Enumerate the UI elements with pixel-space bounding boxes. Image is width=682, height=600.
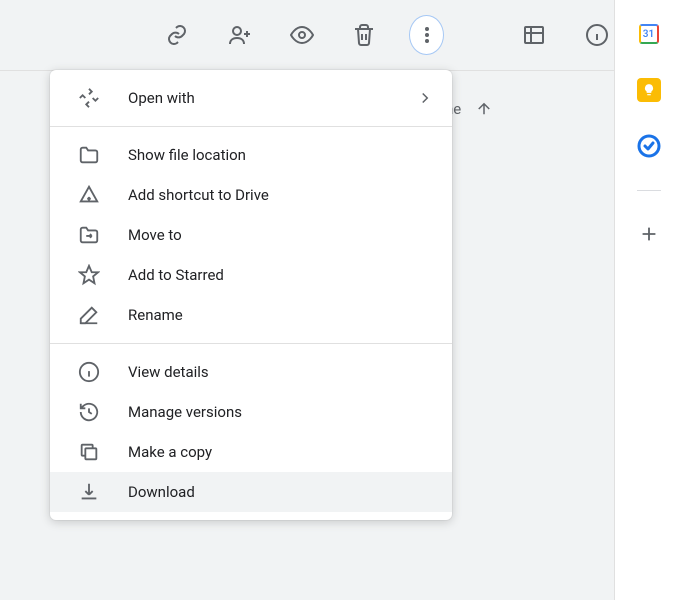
folder-icon bbox=[78, 144, 100, 166]
column-header-fragment: ne bbox=[445, 100, 493, 118]
menu-label: Download bbox=[128, 483, 195, 501]
plus-icon bbox=[638, 223, 660, 245]
info-circle-icon bbox=[78, 361, 100, 383]
info-button[interactable] bbox=[580, 15, 614, 55]
preview-button[interactable] bbox=[285, 15, 319, 55]
side-panel: 31 bbox=[614, 0, 682, 600]
shortcut-icon bbox=[78, 184, 100, 206]
get-addons-button[interactable] bbox=[638, 223, 660, 245]
calendar-icon: 31 bbox=[637, 22, 661, 46]
arrow-up-icon bbox=[475, 100, 493, 118]
menu-move-to[interactable]: Move to bbox=[50, 215, 452, 255]
tasks-icon bbox=[637, 134, 661, 158]
menu-label: Show file location bbox=[128, 146, 246, 164]
menu-label: Add to Starred bbox=[128, 266, 224, 284]
menu-show-location[interactable]: Show file location bbox=[50, 135, 452, 175]
calendar-app[interactable]: 31 bbox=[637, 22, 661, 46]
menu-add-shortcut[interactable]: Add shortcut to Drive bbox=[50, 175, 452, 215]
open-with-icon bbox=[78, 87, 100, 109]
more-actions-menu: Open with Show file location Add shortcu… bbox=[50, 70, 452, 520]
more-actions-button[interactable] bbox=[409, 15, 444, 55]
menu-download[interactable]: Download bbox=[50, 472, 452, 512]
menu-divider bbox=[50, 126, 452, 127]
menu-divider bbox=[50, 343, 452, 344]
menu-rename[interactable]: Rename bbox=[50, 295, 452, 335]
eye-icon bbox=[290, 23, 314, 47]
trash-icon bbox=[352, 23, 376, 47]
list-view-button[interactable] bbox=[517, 15, 551, 55]
trash-button[interactable] bbox=[347, 15, 381, 55]
download-icon bbox=[78, 481, 100, 503]
keep-icon bbox=[637, 78, 661, 102]
chevron-right-icon bbox=[416, 89, 434, 107]
menu-view-details[interactable]: View details bbox=[50, 352, 452, 392]
menu-make-copy[interactable]: Make a copy bbox=[50, 432, 452, 472]
menu-label: View details bbox=[128, 363, 209, 381]
link-icon bbox=[165, 23, 189, 47]
share-button[interactable] bbox=[222, 15, 256, 55]
menu-label: Open with bbox=[128, 89, 195, 107]
tasks-app[interactable] bbox=[637, 134, 661, 158]
menu-manage-versions[interactable]: Manage versions bbox=[50, 392, 452, 432]
menu-label: Move to bbox=[128, 226, 182, 244]
star-icon bbox=[78, 264, 100, 286]
menu-open-with[interactable]: Open with bbox=[50, 78, 452, 118]
menu-label: Make a copy bbox=[128, 443, 212, 461]
menu-label: Manage versions bbox=[128, 403, 242, 421]
history-icon bbox=[78, 401, 100, 423]
side-divider bbox=[637, 190, 661, 191]
person-add-icon bbox=[228, 23, 252, 47]
info-icon bbox=[585, 23, 609, 47]
keep-app[interactable] bbox=[637, 78, 661, 102]
menu-label: Add shortcut to Drive bbox=[128, 186, 269, 204]
menu-label: Rename bbox=[128, 306, 183, 324]
rename-icon bbox=[78, 304, 100, 326]
more-vertical-icon bbox=[415, 23, 439, 47]
action-toolbar bbox=[0, 0, 614, 70]
list-icon bbox=[522, 23, 546, 47]
move-icon bbox=[78, 224, 100, 246]
get-link-button[interactable] bbox=[160, 15, 194, 55]
menu-add-starred[interactable]: Add to Starred bbox=[50, 255, 452, 295]
copy-icon bbox=[78, 441, 100, 463]
